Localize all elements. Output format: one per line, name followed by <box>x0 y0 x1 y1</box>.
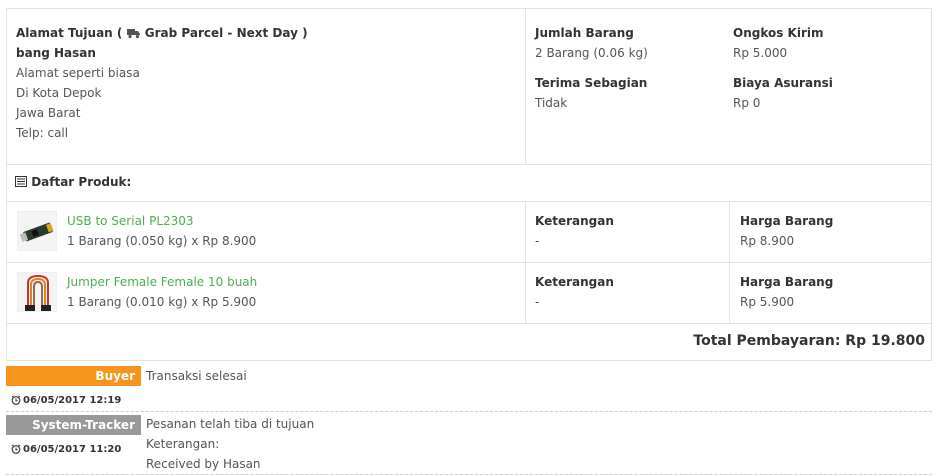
keterangan-value: - <box>535 234 540 248</box>
history-divider <box>6 474 932 475</box>
divider <box>7 262 931 263</box>
total-payment: Total Pembayaran: Rp 19.800 <box>693 333 925 349</box>
history-timestamp: 06/05/2017 12:19 <box>11 394 121 408</box>
keterangan-label: Keterangan <box>535 275 614 289</box>
divider <box>525 202 526 323</box>
address-line-3: Jawa Barat <box>16 106 81 120</box>
divider <box>7 201 931 202</box>
history-divider <box>6 411 932 412</box>
product-detail: 1 Barang (0.010 kg) x Rp 5.900 <box>67 295 257 309</box>
divider <box>7 323 931 324</box>
harga-value: Rp 8.900 <box>740 234 795 248</box>
terima-label: Terima Sebagian <box>535 76 648 90</box>
truck-icon <box>126 27 141 43</box>
products-header: Daftar Produk: <box>15 174 131 191</box>
harga-label: Harga Barang <box>740 275 834 289</box>
divider <box>525 9 526 164</box>
history-time: 06/05/2017 11:20 <box>23 444 122 455</box>
keterangan-label: Keterangan <box>535 214 614 228</box>
recipient-name: bang Hasan <box>16 46 96 60</box>
actor-badge-system-tracker: System-Tracker <box>6 415 141 435</box>
products-header-label: Daftar Produk: <box>31 175 132 189</box>
actor-badge-buyer: Buyer <box>6 366 141 386</box>
jumlah-value: 2 Barang (0.06 kg) <box>535 46 648 60</box>
product-name-link[interactable]: Jumper Female Female 10 buah <box>67 274 257 290</box>
asuransi-value: Rp 0 <box>733 96 761 110</box>
asuransi-label: Biaya Asuransi <box>733 76 833 90</box>
address-line-2: Di Kota Depok <box>16 86 102 100</box>
address-line-1: Alamat seperti biasa <box>16 66 140 80</box>
divider <box>7 164 931 165</box>
history-note-value: Received by Hasan <box>146 457 261 471</box>
ongkos-value: Rp 5.000 <box>733 46 788 60</box>
jumlah-label: Jumlah Barang <box>535 26 634 40</box>
history-message: Pesanan telah tiba di tujuan <box>146 417 315 431</box>
divider <box>729 202 730 323</box>
history-message: Transaksi selesai <box>146 369 247 383</box>
harga-value: Rp 5.900 <box>740 295 795 309</box>
alarm-clock-icon <box>11 444 23 455</box>
history-time: 06/05/2017 12:19 <box>23 395 122 406</box>
keterangan-value: - <box>535 295 540 309</box>
terima-value: Tidak <box>535 96 568 110</box>
product-thumbnail-jumper[interactable] <box>17 272 57 312</box>
product-detail: 1 Barang (0.050 kg) x Rp 8.900 <box>67 234 257 248</box>
list-icon <box>15 175 27 191</box>
alarm-clock-icon <box>11 395 23 406</box>
ongkos-label: Ongkos Kirim <box>733 26 824 40</box>
address-title: Alamat Tujuan ( Grab Parcel - Next Day ) <box>16 25 308 43</box>
address-title-label: Alamat Tujuan ( <box>16 26 123 40</box>
product-thumbnail-usb-serial[interactable] <box>17 211 57 251</box>
courier-name: Grab Parcel - Next Day ) <box>144 26 308 40</box>
history-timestamp: 06/05/2017 11:20 <box>11 443 121 457</box>
product-name-link[interactable]: USB to Serial PL2303 <box>67 213 194 229</box>
harga-label: Harga Barang <box>740 214 834 228</box>
address-phone: Telp: call <box>16 126 69 140</box>
history-note-label: Keterangan: <box>146 437 220 451</box>
